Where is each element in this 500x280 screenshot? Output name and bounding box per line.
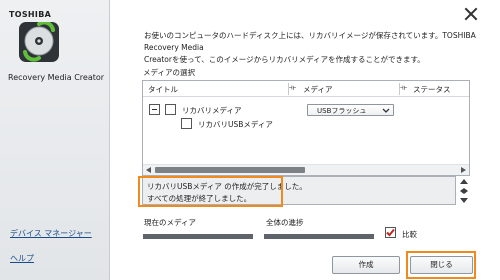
recovery-media-checkbox[interactable] — [165, 104, 176, 115]
app-name: Recovery Media Creator — [8, 73, 105, 82]
list-item-label: リカバリメディア — [182, 106, 242, 115]
create-button[interactable]: 作成 — [332, 256, 400, 274]
close-icon[interactable] — [463, 6, 479, 22]
scroll-left-icon[interactable] — [146, 167, 151, 173]
column-resize-icon[interactable]: ⟛ — [400, 83, 407, 93]
status-scroll-arrows[interactable] — [458, 176, 470, 206]
column-status[interactable]: ステータス — [413, 84, 451, 95]
description-line-1: お使いのコンピュータのハードディスク上には、リカバリイメージが保存されています。… — [144, 31, 476, 52]
close-button-highlight-frame — [406, 251, 476, 279]
description: お使いのコンピュータのハードディスク上には、リカバリイメージが保存されています。… — [144, 30, 484, 66]
recovery-usb-media-checkbox[interactable] — [181, 118, 192, 129]
checkmark-icon — [386, 228, 395, 237]
current-media-progress — [143, 234, 253, 239]
media-select-label: メディアの選択 — [143, 68, 195, 77]
device-manager-link[interactable]: デバイス マネージャー — [10, 228, 92, 239]
scrollbar-thumb[interactable] — [155, 167, 305, 173]
current-media-label: 現在のメディア — [144, 218, 196, 227]
tree-collapse-toggle[interactable] — [149, 104, 160, 115]
description-line-2: Creatorを使って、このイメージからリカバリメディアを作成することができます… — [144, 55, 425, 64]
overall-progress-label: 全体の進捗 — [266, 218, 304, 227]
media-list: タイトル ⟛ メディア ⟛ ステータス リカバリメディア USBフラッシュ リカ… — [142, 80, 470, 176]
compare-label: 比較 — [402, 230, 417, 239]
media-type-value: USBフラッシュ — [317, 107, 367, 115]
media-type-select[interactable]: USBフラッシュ — [307, 104, 394, 116]
list-header: タイトル ⟛ メディア ⟛ ステータス — [143, 81, 469, 97]
column-resize-icon[interactable]: ⟛ — [289, 83, 296, 93]
list-item-label: リカバリUSBメディア — [198, 120, 273, 129]
dropdown-arrow-icon — [382, 108, 390, 113]
brand-logo: TOSHIBA — [9, 10, 52, 19]
horizontal-scrollbar[interactable] — [143, 164, 469, 175]
scroll-right-icon[interactable] — [461, 167, 466, 173]
compare-checkbox[interactable] — [385, 227, 396, 238]
status-highlight-frame — [138, 176, 283, 207]
overall-progress-bar — [264, 234, 374, 239]
column-media[interactable]: メディア — [303, 84, 332, 95]
sidebar: TOSHIBA Recovery Media Creator デバイス マネージ… — [0, 0, 110, 280]
column-title[interactable]: タイトル — [148, 84, 178, 95]
help-link[interactable]: ヘルプ — [10, 253, 34, 264]
disc-recovery-icon — [19, 22, 59, 62]
